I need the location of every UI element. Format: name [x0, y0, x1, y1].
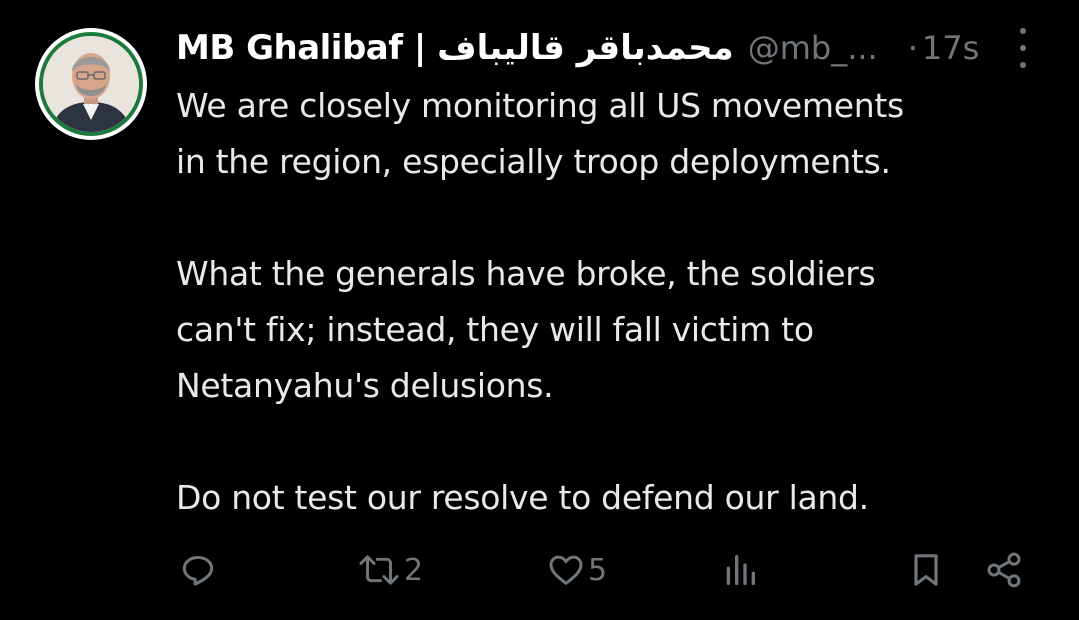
tweet-line: What the generals have broke, the soldie… [176, 254, 876, 293]
more-dot [1020, 28, 1026, 34]
person-photo-icon [43, 36, 139, 132]
views-button[interactable] [720, 550, 760, 590]
tweet-line: can't fix; instead, they will fall victi… [176, 310, 814, 349]
avatar-photo [43, 36, 139, 132]
retweet-icon [359, 555, 399, 585]
reply-button[interactable] [178, 550, 218, 590]
tweet-timestamp[interactable]: 17s [922, 29, 979, 67]
separator-dot: · [907, 29, 918, 67]
tweet-text: We are closely monitoring all US movemen… [176, 78, 1056, 526]
views-chart-icon [726, 555, 755, 585]
bookmark-icon [914, 554, 938, 586]
tweet-line: Do not test our resolve to defend our la… [176, 478, 869, 517]
heart-icon [549, 555, 583, 585]
share-button[interactable] [984, 550, 1024, 590]
like-count: 5 [588, 552, 608, 588]
more-dot [1020, 62, 1026, 68]
share-icon [987, 552, 1021, 588]
retweet-count: 2 [404, 552, 424, 588]
tweet-header: MB Ghalibaf | محمدباقر قالیباف @mb_... ·… [176, 24, 1056, 72]
author-name[interactable]: MB Ghalibaf | محمدباقر قالیباف [176, 28, 734, 68]
avatar[interactable] [35, 28, 147, 140]
tweet-line: in the region, especially troop deployme… [176, 142, 891, 181]
more-dot [1020, 45, 1026, 51]
bookmark-button[interactable] [906, 550, 946, 590]
tweet-line: We are closely monitoring all US movemen… [176, 86, 904, 125]
avatar-ring [39, 32, 143, 136]
more-options-icon[interactable] [1013, 28, 1033, 68]
reply-icon [182, 556, 214, 586]
author-handle[interactable]: @mb_... [748, 29, 878, 67]
like-button[interactable]: 5 [546, 550, 607, 590]
tweet-line: Netanyahu's delusions. [176, 366, 554, 405]
retweet-button[interactable]: 2 [356, 550, 423, 590]
